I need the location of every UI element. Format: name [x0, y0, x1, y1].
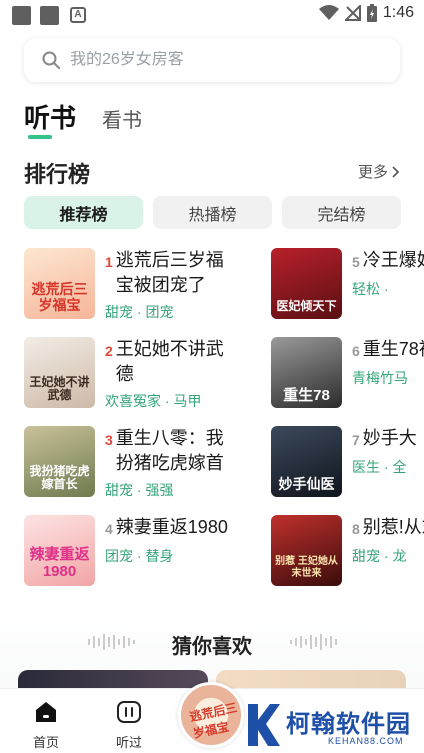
book-tags: 轻松 ·: [352, 281, 389, 297]
search-input[interactable]: [70, 51, 370, 69]
notification-icon: [40, 6, 59, 25]
book-cover: 我扮猪吃虎嫁首长: [24, 426, 95, 497]
notification-icon: [12, 6, 31, 25]
more-label: 更多: [357, 164, 388, 181]
book-cover: 重生78: [271, 337, 342, 408]
nav-home-label: 首页: [32, 735, 59, 750]
rank-number: 5: [352, 254, 360, 270]
book-item[interactable]: 医妃倾天下 5冷王爆妃倾天轻松 ·: [271, 248, 424, 319]
book-item[interactable]: 我扮猪吃虎嫁首长 3 重生八零：我扮猪吃虎嫁首甜宠 · 强强: [24, 426, 235, 500]
book-title: 冷王爆妃倾天: [362, 250, 424, 270]
book-tags: 医生 · 全: [352, 459, 407, 475]
tab-listen[interactable]: 听书: [24, 98, 76, 139]
battery-icon: [366, 4, 377, 22]
book-tags: 团宠 · 替身: [105, 548, 174, 564]
now-playing-cover-text: 逃荒后三岁福宝: [188, 700, 239, 741]
ranking-title: 排行榜: [24, 162, 91, 187]
watermark-brand: 柯翰软件园: [286, 711, 411, 738]
clock: 1:46: [382, 4, 414, 21]
book-item[interactable]: 妙手仙医 7 妙手大医生 · 全: [271, 426, 424, 497]
tab-finished[interactable]: 完结榜: [282, 196, 401, 229]
rank-number: 2: [105, 343, 113, 359]
signal-icon: [344, 5, 361, 21]
tab-read[interactable]: 看书: [102, 104, 142, 135]
tab-hot[interactable]: 热播榜: [153, 196, 272, 229]
book-cover: 妙手仙医: [271, 426, 342, 497]
watermark-logo: 柯翰软件园 KEHAN88.COM: [240, 700, 424, 753]
book-item[interactable]: 逃荒后三岁福宝 1 逃荒后三岁福宝被团宠了甜宠 · 团宠: [24, 248, 235, 322]
search-bar[interactable]: [24, 38, 400, 82]
rank-number: 4: [105, 521, 113, 537]
book-title: 别惹!从末世: [362, 517, 424, 537]
rank-tabs: 推荐榜 热播榜 完结榜: [24, 196, 401, 229]
book-title: 王妃她不讲武德: [115, 339, 224, 384]
book-item[interactable]: 王妃她不讲武德 2 王妃她不讲武德 欢喜冤家 · 马甲: [24, 337, 235, 411]
book-cover: 医妃倾天下: [271, 248, 342, 319]
book-tags: 欢喜冤家 · 马甲: [105, 393, 202, 409]
more-link[interactable]: 更多: [358, 161, 400, 182]
now-playing-disc[interactable]: 逃荒后三岁福宝: [178, 682, 244, 748]
sound-wave-decoration: [290, 633, 337, 651]
book-title: 重生78被女知: [362, 339, 424, 359]
home-icon: [36, 702, 56, 722]
rank-number: 7: [352, 432, 360, 448]
rank-number: 3: [105, 432, 113, 448]
ranking-list: 逃荒后三岁福宝 1 逃荒后三岁福宝被团宠了 甜宠 · 团宠 王妃她不讲武德 2 王妃她…: [24, 248, 424, 600]
book-title: 辣妻重返1980: [115, 517, 228, 537]
book-tags: 甜宠 · 团宠: [105, 304, 174, 320]
chevron-right-icon: [392, 165, 400, 178]
rank-number: 1: [105, 254, 113, 270]
book-tags: 甜宠 · 强强: [105, 482, 174, 498]
book-cover: 别惹 王妃她从末世来: [271, 515, 342, 586]
nav-listened[interactable]: 听过: [99, 701, 159, 751]
wifi-icon: [318, 5, 339, 20]
book-title: 逃荒后三岁福宝被团宠了: [115, 250, 224, 295]
watermark-k-icon: [248, 704, 280, 746]
book-cover: 逃荒后三岁福宝: [24, 248, 95, 319]
guess-title: 猜你喜欢: [172, 636, 252, 658]
status-bar: A 1:46: [0, 0, 424, 30]
search-icon: [42, 51, 60, 69]
book-tags: 青梅竹马: [352, 370, 408, 386]
book-item[interactable]: 别惹 王妃她从末世来 8别惹!从末世甜宠 · 龙: [271, 515, 424, 586]
nav-listened-label: 听过: [115, 735, 142, 750]
top-tabs: 听书 看书: [24, 98, 142, 139]
rank-number: 6: [352, 343, 360, 359]
book-item[interactable]: 辣妻重返1980 4 辣妻重返1980 团宠 · 替身: [24, 515, 235, 586]
watermark-url: KEHAN88.COM: [328, 736, 404, 746]
book-title: 重生八零：我扮猪吃虎嫁首: [115, 428, 224, 473]
book-title: 妙手大: [362, 428, 417, 448]
rank-number: 8: [352, 521, 360, 537]
app-notification-icon: A: [70, 7, 86, 23]
book-cover: 辣妻重返1980: [24, 515, 95, 586]
book-item[interactable]: 重生78 6重生78被女知青梅竹马: [271, 337, 424, 408]
book-tags: 甜宠 · 龙: [352, 548, 407, 564]
tab-recommend[interactable]: 推荐榜: [24, 196, 143, 229]
nav-home[interactable]: 首页: [16, 701, 76, 751]
book-cover: 王妃她不讲武德: [24, 337, 95, 408]
audio-wave-icon: [117, 701, 141, 723]
